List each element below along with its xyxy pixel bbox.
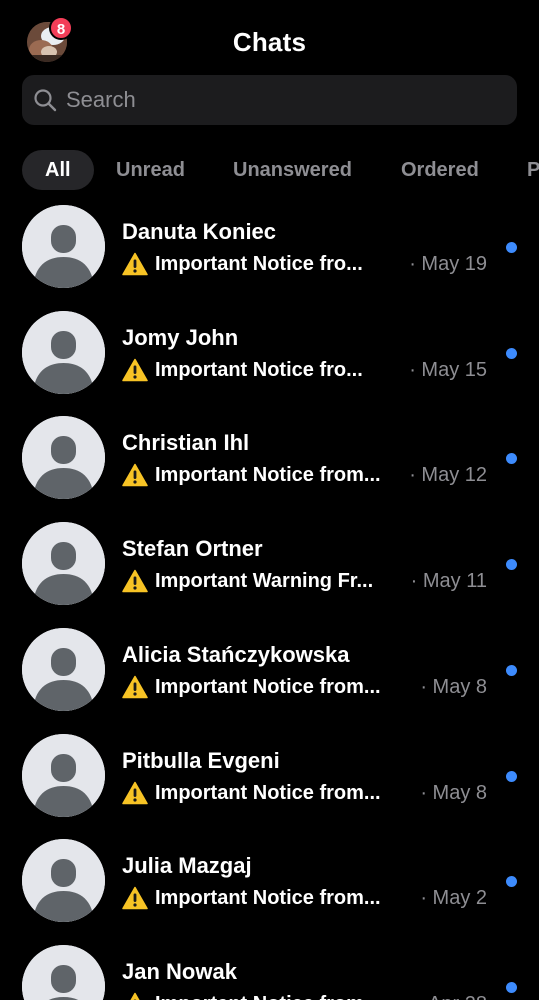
- chat-timestamp: · May 12: [409, 463, 487, 486]
- chat-preview-text: Important Warning Fr...: [155, 569, 374, 592]
- unread-indicator: [506, 665, 517, 676]
- warning-icon: [122, 252, 148, 276]
- search-input[interactable]: [66, 87, 486, 113]
- default-avatar-icon: [22, 416, 105, 499]
- chat-timestamp: · May 11: [410, 569, 487, 592]
- chat-row[interactable]: Stefan Ortner Important Warning Fr... · …: [0, 522, 539, 627]
- default-avatar-icon: [22, 311, 105, 394]
- unread-indicator: [506, 982, 517, 993]
- unread-indicator: [506, 771, 517, 782]
- filter-chip-unanswered[interactable]: Unanswered: [210, 150, 375, 190]
- chat-preview: Important Notice from... · May 2: [122, 884, 487, 912]
- default-avatar-icon: [22, 522, 105, 605]
- chat-name: Jan Nowak: [122, 959, 237, 984]
- chat-preview: Important Notice from... · May 8: [122, 673, 487, 701]
- default-avatar-icon: [22, 628, 105, 711]
- chat-name: Pitbulla Evgeni: [122, 748, 280, 773]
- chat-row[interactable]: Danuta Koniec Important Notice fro... · …: [0, 205, 539, 310]
- chat-name: Alicia Stańczykowska: [122, 642, 350, 667]
- chat-timestamp: · May 8: [420, 781, 487, 804]
- default-avatar-icon: [22, 734, 105, 817]
- warning-icon: [122, 569, 148, 593]
- unread-indicator: [506, 348, 517, 359]
- chat-row[interactable]: Christian Ihl Important Notice from... ·…: [0, 416, 539, 521]
- filter-chips: All Unread Unanswered Ordered P: [22, 150, 539, 190]
- chat-preview-text: Important Notice from...: [155, 781, 381, 804]
- chat-preview-text: Important Notice fro...: [155, 358, 363, 381]
- chat-timestamp: · May 8: [420, 675, 487, 698]
- header: 8 Chats: [0, 0, 539, 80]
- chat-preview-text: Important Notice fro...: [155, 252, 363, 275]
- chat-name: Stefan Ortner: [122, 536, 263, 561]
- chats-screen: 8 Chats All Unread Unanswered Ordered P …: [0, 0, 539, 1000]
- chat-name: Danuta Koniec: [122, 219, 277, 244]
- warning-icon: [122, 358, 148, 382]
- filter-chip-all[interactable]: All: [22, 150, 94, 190]
- default-avatar-icon: [22, 945, 105, 1000]
- chat-preview-text: Important Notice from...: [155, 886, 381, 909]
- chat-preview: Important Notice from... · May 8: [122, 779, 487, 807]
- filter-chip-ordered[interactable]: Ordered: [378, 150, 502, 190]
- warning-icon: [122, 992, 148, 1000]
- chat-name: Christian Ihl: [122, 430, 250, 455]
- chat-timestamp: · May 19: [409, 252, 487, 275]
- search-icon: [33, 88, 57, 112]
- unread-indicator: [506, 453, 517, 464]
- chat-preview: Important Notice from... · May 12: [122, 461, 487, 489]
- chat-preview: Important Notice from... · Apr 28: [122, 990, 487, 1000]
- chat-row[interactable]: Alicia Stańczykowska Important Notice fr…: [0, 628, 539, 733]
- chat-preview: Important Notice fro... · May 19: [122, 250, 487, 278]
- chat-row[interactable]: Pitbulla Evgeni Important Notice from...…: [0, 734, 539, 839]
- chat-preview-text: Important Notice from...: [155, 463, 381, 486]
- page-title: Chats: [232, 27, 307, 57]
- chat-name: Julia Mazgaj: [122, 853, 252, 878]
- warning-icon: [122, 675, 148, 699]
- unread-indicator: [506, 876, 517, 887]
- warning-icon: [122, 886, 148, 910]
- search-bar[interactable]: [22, 75, 517, 125]
- filter-chip-partial[interactable]: P: [504, 150, 539, 190]
- unread-indicator: [506, 242, 517, 253]
- chat-preview-text: Important Notice from...: [155, 675, 381, 698]
- chat-preview: Important Warning Fr... · May 11: [122, 567, 487, 595]
- unread-indicator: [506, 559, 517, 570]
- warning-icon: [122, 781, 148, 805]
- chat-row[interactable]: Julia Mazgaj Important Notice from... · …: [0, 839, 539, 944]
- filter-chip-unread[interactable]: Unread: [93, 150, 208, 190]
- chat-row[interactable]: Jan Nowak Important Notice from... · Apr…: [0, 945, 539, 1000]
- chat-timestamp: · Apr 28: [417, 993, 487, 1000]
- chat-preview-text: Important Notice from...: [155, 993, 410, 1000]
- chat-preview: Important Notice fro... · May 15: [122, 356, 487, 384]
- default-avatar-icon: [22, 839, 105, 922]
- chat-timestamp: · May 15: [409, 358, 487, 381]
- warning-icon: [122, 463, 148, 487]
- chat-row[interactable]: Jomy John Important Notice fro... · May …: [0, 311, 539, 416]
- chat-timestamp: · May 2: [420, 886, 487, 909]
- chat-name: Jomy John: [122, 325, 239, 350]
- default-avatar-icon: [22, 205, 105, 288]
